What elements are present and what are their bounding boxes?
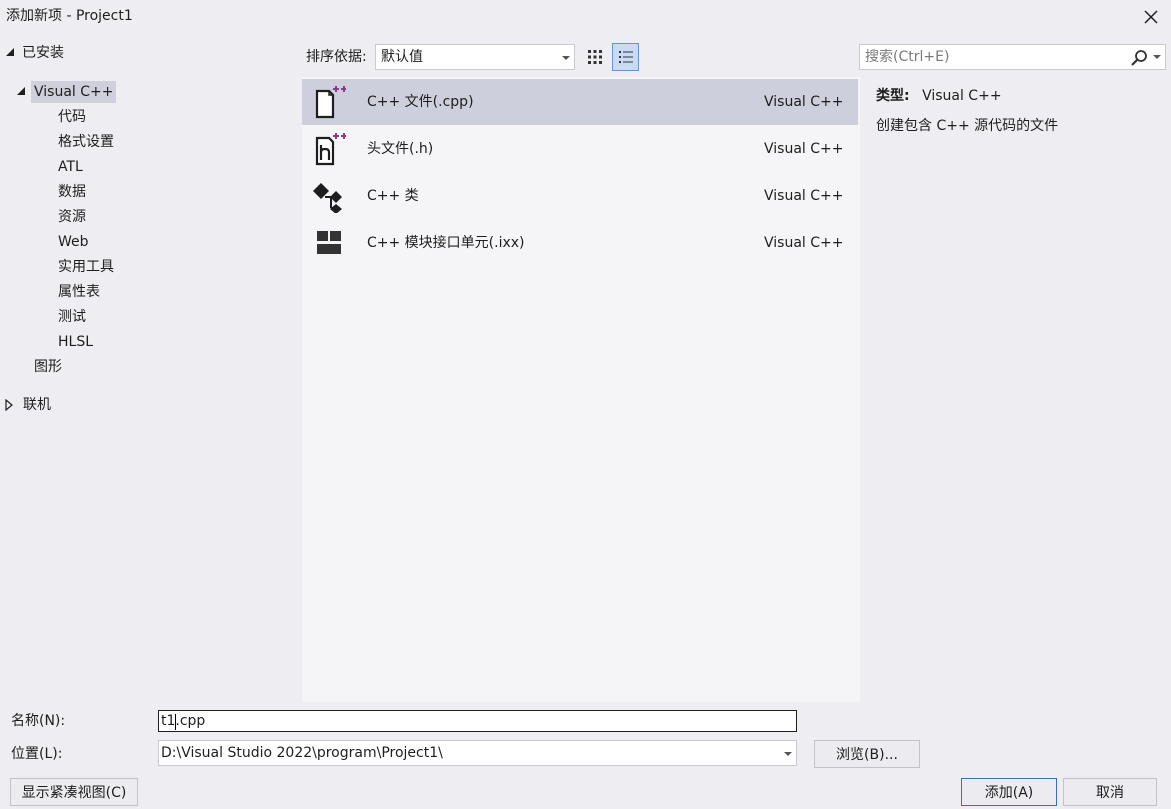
location-label: 位置(L): [11,746,63,762]
tree-item-online[interactable]: 联机 [23,394,51,416]
details-type-value: Visual C++ [922,88,1002,104]
tree-item-visual-cpp[interactable]: Visual C++ [31,81,117,103]
browse-button[interactable]: 浏览(B)... [814,740,920,768]
search-icon[interactable] [1130,49,1148,67]
tree-item-installed[interactable]: 已安装 [22,42,64,64]
template-category-tree: 已安装 Visual C++ 代码 格式设置 ATL 数据 资源 Web 实用工… [0,34,300,702]
tree-item-formatting[interactable]: 格式设置 [58,131,114,153]
close-icon [1144,10,1158,24]
header-file-icon [315,133,346,166]
collapsed-arrow-icon[interactable] [5,399,13,411]
tree-item-web[interactable]: Web [58,231,89,253]
tree-item-hlsl[interactable]: HLSL [58,331,93,353]
name-label: 名称(N): [11,713,66,729]
template-name: C++ 类 [367,188,419,204]
tree-item-test[interactable]: 测试 [58,306,86,328]
close-button[interactable] [1135,2,1167,32]
module-unit-icon [317,231,341,254]
grid-view-icon [588,50,602,64]
search-box [859,44,1166,70]
template-row-header-file[interactable]: 头文件(.h) Visual C++ [302,126,858,172]
template-row-cpp-class[interactable]: C++ 类 Visual C++ [302,173,858,219]
tree-item-property-sheets[interactable]: 属性表 [58,281,100,303]
details-type: 类型: Visual C++ [876,87,1002,105]
tree-item-atl[interactable]: ATL [58,156,83,178]
sort-label: 排序依据: [306,49,367,65]
tree-item-resources[interactable]: 资源 [58,206,86,228]
template-type: Visual C++ [764,235,844,251]
details-type-label: 类型: [876,88,910,104]
compact-view-button[interactable]: 显示紧凑视图(C) [10,778,138,806]
cpp-class-icon [313,183,342,213]
expanded-arrow-icon[interactable] [5,47,15,57]
text-caret [175,714,176,730]
search-input[interactable] [860,45,1132,69]
grid-view-button[interactable] [582,44,608,70]
template-type: Visual C++ [764,188,844,204]
tree-item-utility[interactable]: 实用工具 [58,256,114,278]
template-type: Visual C++ [764,94,844,110]
location-value: D:\Visual Studio 2022\program\Project1\ [161,745,443,761]
chevron-down-icon [562,56,570,60]
chevron-down-icon[interactable] [1153,55,1161,59]
template-name: C++ 模块接口单元(.ixx) [367,235,525,251]
add-button[interactable]: 添加(A) [961,778,1057,806]
expanded-arrow-icon[interactable] [16,86,26,96]
location-combobox[interactable]: D:\Visual Studio 2022\program\Project1\ [158,740,797,766]
sort-selected-value: 默认值 [381,49,423,65]
template-row-module-unit[interactable]: C++ 模块接口单元(.ixx) Visual C++ [302,220,858,266]
details-description: 创建包含 C++ 源代码的文件 [876,118,1059,134]
list-view-button[interactable] [612,43,639,71]
template-list: C++ 文件(.cpp) Visual C++ 头文件(.h) Visual C… [302,77,860,702]
sort-dropdown[interactable]: 默认值 [375,44,575,70]
template-name: C++ 文件(.cpp) [367,94,474,110]
template-row-cpp-file[interactable]: C++ 文件(.cpp) Visual C++ [302,79,858,125]
template-type: Visual C++ [764,141,844,157]
tree-item-graphics[interactable]: 图形 [34,356,62,378]
chevron-down-icon[interactable] [784,752,792,756]
name-field[interactable]: t1.cpp [158,710,797,732]
window-title: 添加新项 - Project1 [6,8,133,24]
list-view-icon [618,51,633,63]
title-bar: 添加新项 - Project1 [0,0,1171,34]
cpp-file-icon [315,86,346,119]
name-field-value: t1.cpp [161,713,206,729]
tree-item-code[interactable]: 代码 [58,106,86,128]
tree-item-data[interactable]: 数据 [58,181,86,203]
template-name: 头文件(.h) [367,141,434,157]
cancel-button[interactable]: 取消 [1063,778,1157,806]
tree-item-label: 已安装 [22,45,64,61]
tree-item-label: Visual C++ [34,84,114,100]
